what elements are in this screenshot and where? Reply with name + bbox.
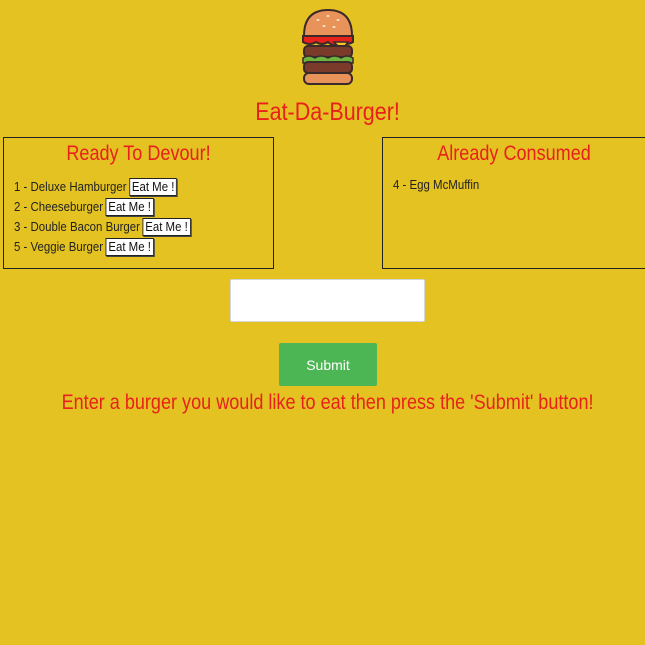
page-title: Eat-Da-Burger! [255, 98, 400, 126]
list-item: 4 - Egg McMuffin [393, 175, 615, 195]
hamburger-icon [300, 6, 356, 86]
submit-button[interactable]: Submit [279, 343, 377, 386]
devour-panel: Ready To Devour! 1 - Deluxe Hamburger Eat… [3, 137, 274, 269]
burger-name: 4 - Egg McMuffin [393, 177, 480, 192]
consumed-heading: Already Consumed [437, 142, 591, 165]
devour-heading: Ready To Devour! [66, 142, 211, 165]
burger-name: 2 - Cheeseburger [14, 199, 104, 214]
burger-name: 3 - Double Bacon Burger [14, 219, 140, 234]
eat-me-button[interactable]: Eat Me ! [105, 238, 154, 256]
eat-me-button[interactable]: Eat Me ! [105, 198, 154, 216]
burger-name: 1 - Deluxe Hamburger [14, 179, 127, 194]
burger-name: 5 - Veggie Burger [14, 239, 104, 254]
list-item: 5 - Veggie Burger Eat Me ! [14, 237, 242, 257]
devour-list: 1 - Deluxe Hamburger Eat Me ! 2 - Cheeseb… [4, 177, 273, 257]
list-item: 3 - Double Bacon Burger Eat Me ! [14, 217, 242, 237]
consumed-list: 4 - Egg McMuffin [383, 175, 645, 195]
consumed-panel: Already Consumed 4 - Egg McMuffin [382, 137, 645, 269]
list-item: 2 - Cheeseburger Eat Me ! [14, 197, 242, 217]
burger-name-input[interactable] [230, 279, 425, 322]
instructions-text: Enter a burger you would like to eat the… [61, 391, 594, 414]
list-item: 1 - Deluxe Hamburger Eat Me ! [14, 177, 242, 197]
eat-me-button[interactable]: Eat Me ! [129, 178, 178, 196]
eat-me-button[interactable]: Eat Me ! [142, 218, 191, 236]
